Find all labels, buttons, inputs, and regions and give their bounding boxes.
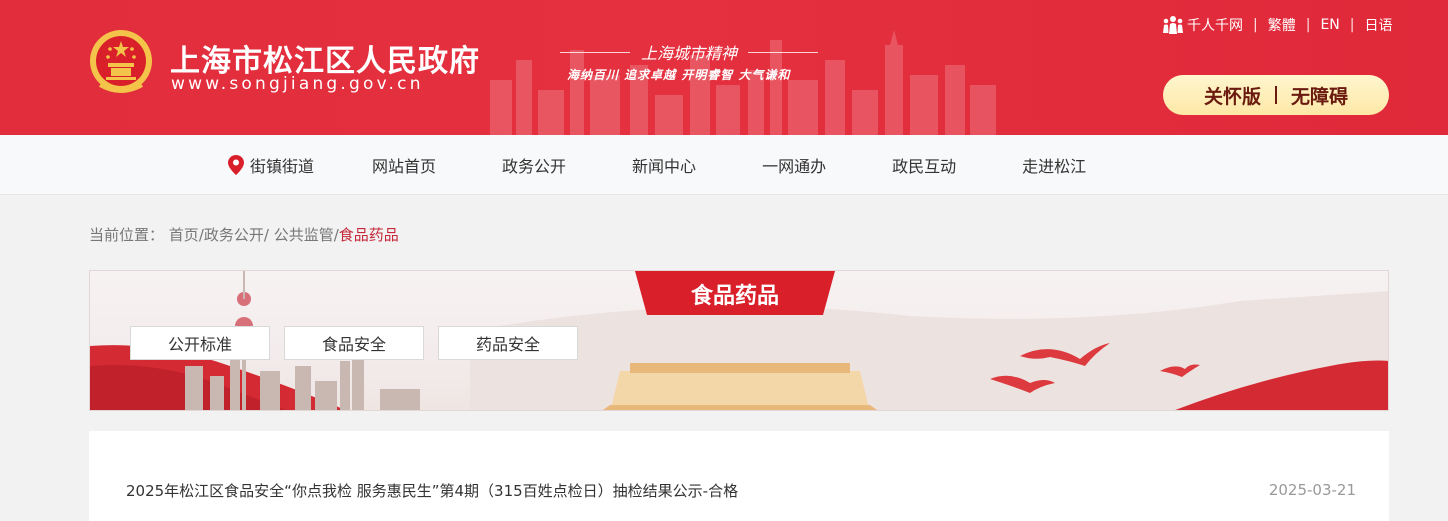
breadcrumb-public-supervision[interactable]: / 公共监管	[264, 226, 334, 244]
city-spirit-title: 上海城市精神	[558, 40, 820, 64]
article-list: 2025年松江区食品安全“你点我检 服务惠民生”第4期（315百姓点检日）抽检结…	[89, 431, 1389, 521]
list-item-date: 2025-03-21	[1268, 481, 1356, 499]
link-english[interactable]: EN	[1320, 17, 1339, 33]
people-group-icon	[1163, 16, 1183, 34]
breadcrumb-prefix: 当前位置：	[89, 226, 165, 244]
link-japanese[interactable]: 日语	[1364, 15, 1392, 35]
accessibility-button[interactable]: 无障碍	[1291, 82, 1348, 109]
tab-public-standards[interactable]: 公开标准	[130, 326, 270, 360]
link-separator: |	[1253, 17, 1258, 33]
banner-title: 食品药品	[690, 284, 779, 309]
city-spirit-slogan: 海纳百川 追求卓越 开明睿智 大气谦和	[567, 68, 791, 82]
nav-item-news[interactable]: 新闻中心	[632, 153, 696, 177]
button-divider	[1275, 86, 1277, 104]
breadcrumb: 当前位置： 首页/政务公开/ 公共监管/食品药品	[89, 224, 399, 245]
nav-item-about-songjiang[interactable]: 走进松江	[1022, 153, 1086, 177]
link-qianrenqianwang[interactable]: 千人千网	[1187, 15, 1243, 35]
top-links: 千人千网 | 繁體 | EN | 日语	[1162, 14, 1392, 36]
link-separator: |	[1305, 17, 1311, 33]
care-accessibility-toggle: 关怀版 无障碍	[1163, 75, 1389, 115]
link-traditional-chinese[interactable]: 繁體	[1268, 15, 1296, 35]
decorative-line	[560, 52, 630, 53]
national-emblem-logo	[90, 30, 152, 93]
breadcrumb-current[interactable]: 食品药品	[339, 226, 399, 244]
city-spirit-title-text: 上海城市精神	[640, 44, 737, 63]
decorative-line	[748, 52, 818, 53]
site-url: www.songjiang.gov.cn	[171, 74, 424, 94]
section-banner: 食品药品 公开标准 食品安全 药品安全	[89, 270, 1389, 411]
main-nav: 街镇街道 网站首页 政务公开 新闻中心 一网通办 政民互动 走进松江	[0, 135, 1448, 195]
tab-drug-safety[interactable]: 药品安全	[438, 326, 578, 360]
breadcrumb-home[interactable]: 首页	[169, 226, 199, 244]
nav-item-government-affairs[interactable]: 政务公开	[502, 153, 566, 177]
tab-food-safety[interactable]: 食品安全	[284, 326, 424, 360]
breadcrumb-government-affairs[interactable]: /政务公开	[199, 226, 264, 244]
care-mode-button[interactable]: 关怀版	[1204, 82, 1261, 109]
list-item-title[interactable]: 2025年松江区食品安全“你点我检 服务惠民生”第4期（315百姓点检日）抽检结…	[126, 480, 738, 501]
nav-item-towns[interactable]: 街镇街道	[228, 153, 314, 177]
nav-item-label: 街镇街道	[250, 157, 315, 176]
nav-item-interaction[interactable]: 政民互动	[892, 153, 956, 177]
list-item[interactable]: 2025年松江区食品安全“你点我检 服务惠民生”第4期（315百姓点检日）抽检结…	[126, 479, 1356, 501]
nav-item-online-services[interactable]: 一网通办	[762, 153, 826, 177]
location-pin-icon	[228, 155, 244, 175]
nav-item-home[interactable]: 网站首页	[372, 153, 436, 177]
site-header: 上海市松江区人民政府 www.songjiang.gov.cn 上海城市精神 海…	[0, 0, 1448, 135]
link-separator: |	[1349, 17, 1355, 33]
main-nav-items: 街镇街道 网站首页 政务公开 新闻中心 一网通办 政民互动 走进松江	[228, 135, 1152, 195]
